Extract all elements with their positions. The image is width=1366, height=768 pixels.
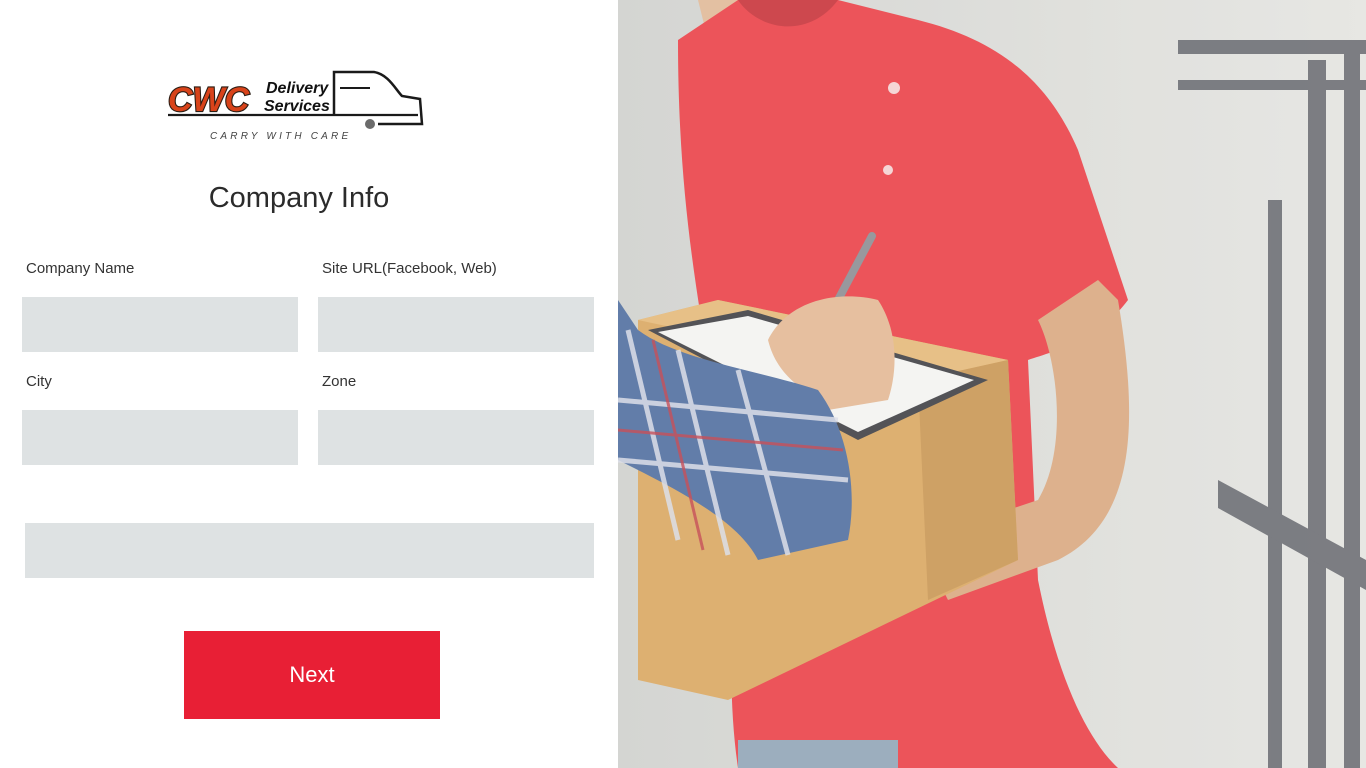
form-panel: CWC Delivery Services CARRY WITH CARE Co… [0, 0, 618, 768]
svg-text:Services: Services [264, 98, 330, 115]
hero-image [618, 0, 1366, 768]
svg-text:Delivery: Delivery [266, 80, 329, 97]
svg-text:CWC: CWC [168, 81, 250, 119]
cwc-logo: CWC Delivery Services CARRY WITH CARE [166, 66, 428, 146]
zone-input[interactable] [318, 410, 594, 465]
svg-text:CARRY WITH CARE: CARRY WITH CARE [210, 131, 351, 142]
city-input[interactable] [22, 410, 298, 465]
page-title: Company Info [208, 182, 390, 214]
company-name-input[interactable] [22, 297, 298, 352]
company-name-label: Company Name [26, 260, 135, 277]
extra-input[interactable] [25, 523, 594, 578]
city-label: City [26, 373, 52, 390]
zone-label: Zone [322, 373, 357, 390]
site-url-input[interactable] [318, 297, 594, 352]
delivery-person-illustration [618, 0, 1366, 768]
site-url-label: Site URL(Facebook, Web) [322, 260, 497, 277]
next-button[interactable]: Next [184, 631, 440, 719]
